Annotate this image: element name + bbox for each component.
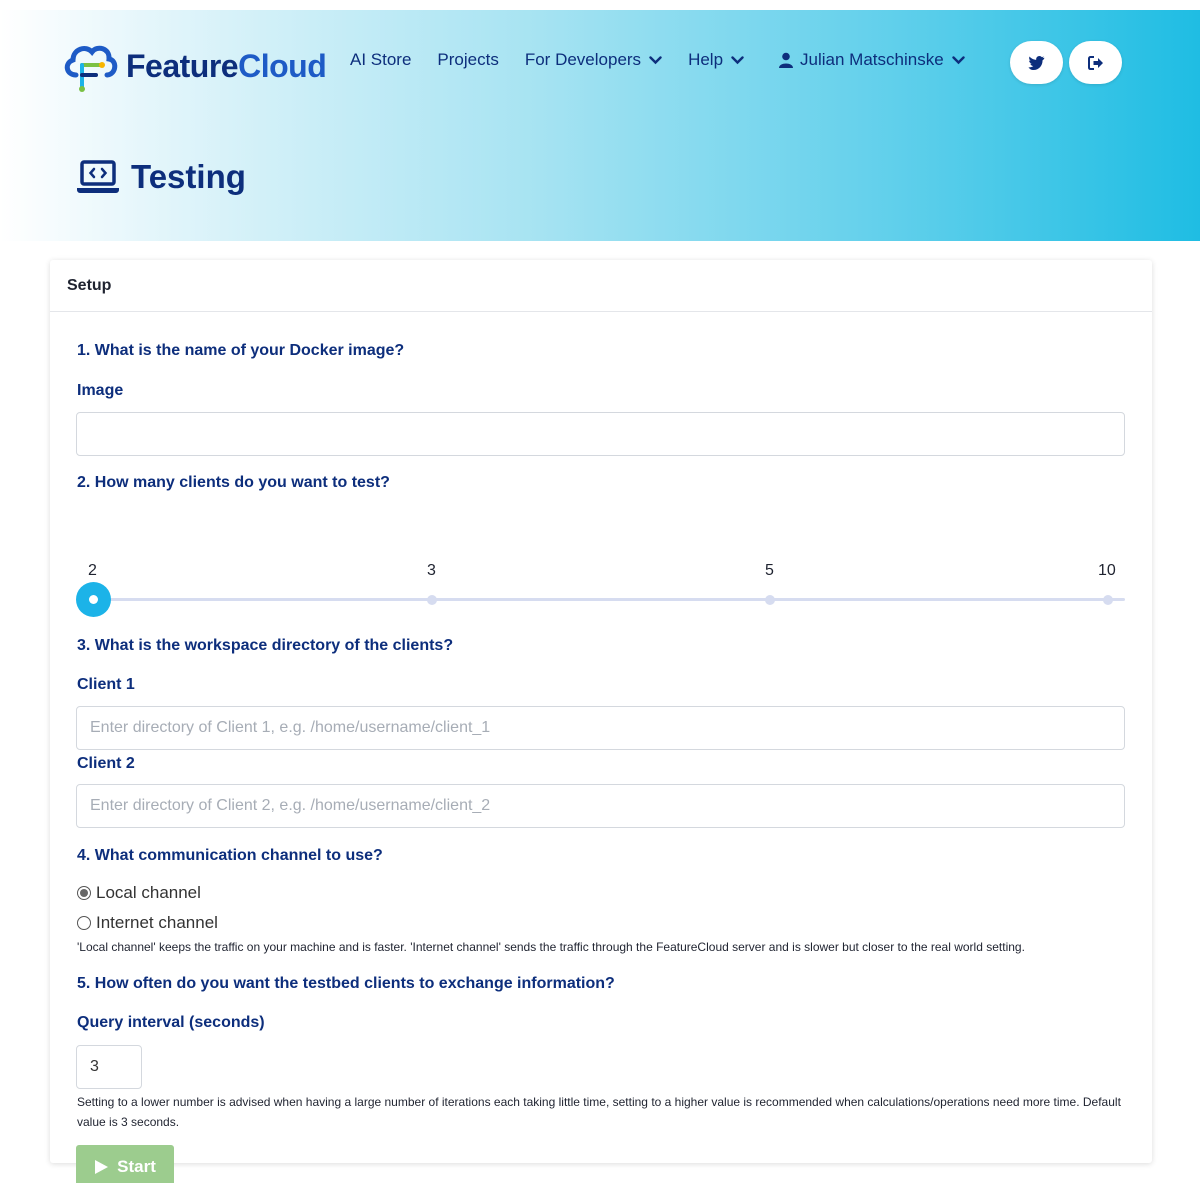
question-4: 4. What communication channel to use? bbox=[77, 847, 383, 864]
chevron-down-icon bbox=[951, 55, 965, 64]
question-2: 2. How many clients do you want to test? bbox=[77, 474, 390, 491]
client-1-label: Client 1 bbox=[77, 676, 135, 693]
twitter-icon bbox=[1028, 55, 1045, 70]
client-2-label: Client 2 bbox=[77, 755, 135, 772]
twitter-button[interactable] bbox=[1010, 41, 1063, 84]
question-5: 5. How often do you want the testbed cli… bbox=[77, 975, 615, 992]
logout-icon bbox=[1087, 55, 1103, 70]
client-1-directory-input[interactable] bbox=[76, 706, 1125, 750]
slider-tick-dot[interactable] bbox=[427, 595, 437, 605]
logout-button[interactable] bbox=[1069, 41, 1122, 84]
page-title: Testing bbox=[131, 158, 246, 195]
nav-projects[interactable]: Projects bbox=[437, 50, 498, 70]
client-2-directory-input[interactable] bbox=[76, 784, 1125, 828]
nav-help[interactable]: Help bbox=[688, 50, 744, 70]
query-interval-input[interactable] bbox=[76, 1045, 142, 1089]
channel-help-text: 'Local channel' keeps the traffic on you… bbox=[77, 940, 1025, 954]
radio-internet-channel[interactable]: Internet channel bbox=[77, 913, 218, 933]
radio-button[interactable] bbox=[77, 916, 91, 930]
slider-tick-dot[interactable] bbox=[765, 595, 775, 605]
chevron-down-icon bbox=[649, 55, 662, 64]
main-nav: AI Store Projects For Developers Help Ju… bbox=[350, 50, 965, 70]
featurecloud-logo-icon bbox=[64, 45, 118, 92]
card-header: Setup bbox=[50, 260, 1152, 312]
nav-for-developers[interactable]: For Developers bbox=[525, 50, 662, 70]
radio-button-checked[interactable] bbox=[77, 886, 91, 900]
slider-tick-label: 5 bbox=[765, 562, 774, 579]
slider-tick-label: 10 bbox=[1098, 562, 1116, 579]
image-label: Image bbox=[77, 382, 124, 399]
clients-slider-track[interactable] bbox=[94, 598, 1125, 601]
play-icon bbox=[95, 1160, 109, 1174]
setup-card: Setup 1. What is the name of your Docker… bbox=[50, 260, 1152, 1183]
slider-tick-dot[interactable] bbox=[1103, 595, 1113, 605]
brand-name: FeatureCloud bbox=[126, 47, 327, 84]
slider-tick-label: 2 bbox=[88, 562, 97, 579]
image-input[interactable] bbox=[76, 412, 1125, 456]
nav-user-menu[interactable]: Julian Matschinske bbox=[778, 50, 965, 70]
laptop-code-icon bbox=[77, 160, 119, 193]
start-button[interactable]: Start bbox=[76, 1145, 174, 1183]
slider-tick-label: 3 bbox=[427, 562, 436, 579]
clients-slider-handle[interactable] bbox=[76, 582, 111, 617]
user-icon bbox=[779, 52, 794, 68]
chevron-down-icon bbox=[731, 55, 744, 64]
query-interval-help-text: Setting to a lower number is advised whe… bbox=[77, 1095, 1121, 1129]
query-interval-label: Query interval (seconds) bbox=[77, 1014, 265, 1031]
question-3: 3. What is the workspace directory of th… bbox=[77, 637, 454, 654]
question-1: 1. What is the name of your Docker image… bbox=[77, 342, 405, 359]
page-title-group: Testing bbox=[77, 158, 246, 196]
brand-logo-link[interactable]: FeatureCloud bbox=[62, 37, 327, 95]
nav-ai-store[interactable]: AI Store bbox=[350, 50, 411, 70]
page-header: FeatureCloud AI Store Projects For Devel… bbox=[0, 10, 1200, 241]
radio-local-channel[interactable]: Local channel bbox=[77, 883, 201, 903]
